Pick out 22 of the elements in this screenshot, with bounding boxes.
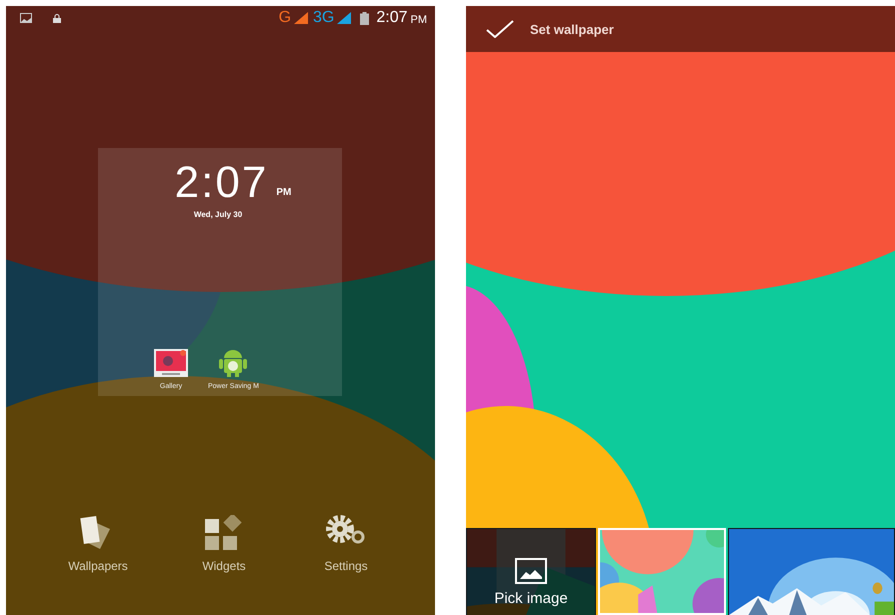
clock-date: Wed, July 30 bbox=[194, 210, 242, 219]
network-label: 3G bbox=[313, 9, 334, 27]
image-icon bbox=[515, 558, 547, 584]
menu-button[interactable]: Wallpapers bbox=[38, 515, 158, 573]
clock-suffix: PM bbox=[276, 187, 292, 198]
widgets-icon bbox=[204, 515, 244, 551]
signal-icon bbox=[294, 12, 308, 24]
thumbnail-label: Pick image bbox=[494, 590, 568, 607]
menu-button[interactable]: Settings bbox=[286, 515, 406, 573]
status-time: 2:07 bbox=[376, 9, 408, 27]
robot-icon[interactable] bbox=[217, 347, 250, 377]
signal-icon bbox=[337, 12, 352, 24]
image-icon bbox=[20, 13, 32, 23]
wallpaper-thumbnail[interactable]: Pick image bbox=[466, 528, 596, 615]
battery-icon bbox=[360, 12, 370, 24]
check-icon bbox=[486, 20, 514, 38]
clock-time: 2:07 bbox=[174, 158, 268, 208]
gallery-icon[interactable] bbox=[154, 349, 188, 377]
status-time-suffix: PM bbox=[410, 14, 427, 26]
menu-button[interactable]: Widgets bbox=[164, 515, 284, 573]
network-label: G bbox=[278, 9, 292, 27]
lock-icon bbox=[53, 14, 61, 22]
